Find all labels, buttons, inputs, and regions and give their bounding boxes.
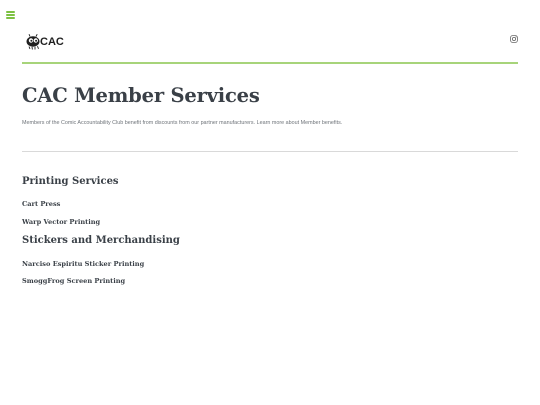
page: CAC CAC Member Services Members of the C…: [0, 0, 540, 405]
page-title: CAC Member Services: [22, 84, 260, 107]
section-heading-printing: Printing Services: [22, 176, 119, 187]
menu-bar: [6, 11, 15, 13]
menu-bar: [6, 17, 15, 19]
service-link-cart-press[interactable]: Cart Press: [22, 200, 60, 208]
service-link-smoggfrog[interactable]: SmoggFrog Screen Printing: [22, 277, 125, 285]
content-divider: [22, 151, 518, 152]
service-link-narciso-espiritu[interactable]: Narciso Espiritu Sticker Printing: [22, 260, 144, 268]
site-logo[interactable]: CAC: [24, 31, 74, 51]
menu-bar: [6, 14, 15, 16]
instagram-icon[interactable]: [510, 30, 518, 43]
header-divider: [22, 62, 518, 64]
logo-text: CAC: [40, 36, 64, 48]
intro-text: Members of the Comic Accountability Club…: [22, 120, 343, 126]
hamburger-menu-icon[interactable]: [6, 11, 15, 19]
service-link-warp-vector-printing[interactable]: Warp Vector Printing: [22, 218, 100, 226]
section-heading-stickers: Stickers and Merchandising: [22, 235, 180, 246]
cac-logo-icon: CAC: [26, 33, 64, 50]
